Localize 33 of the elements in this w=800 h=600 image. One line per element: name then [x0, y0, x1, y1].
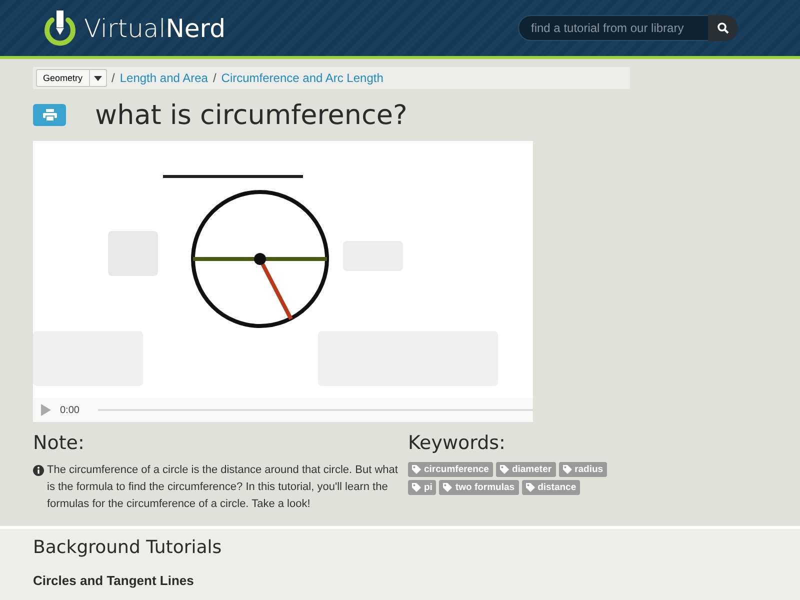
- printer-icon: [42, 109, 56, 121]
- keyword-tag[interactable]: circumference: [408, 462, 493, 477]
- note-text: The circumference of a circle is the distance around that circle. But what is the formula to find the circumference? In this tutorial, you'll learn the formulas for the circumference of a circle. Take a look!: [47, 463, 399, 512]
- search-button[interactable]: [708, 15, 738, 41]
- tag-icon: [562, 465, 572, 474]
- keyword-tag[interactable]: two formulas: [439, 480, 519, 495]
- site-logo[interactable]: VirtualNerd: [84, 14, 226, 42]
- tag-icon: [412, 483, 421, 492]
- tag-icon: [443, 483, 452, 492]
- power-pencil-logo-icon: [42, 8, 78, 48]
- breadcrumb-link[interactable]: Circumference and Arc Length: [221, 71, 384, 85]
- print-button[interactable]: [33, 104, 66, 126]
- keywords-heading: Keywords:: [408, 432, 506, 454]
- play-icon[interactable]: [41, 404, 51, 416]
- page-title: what is circumference?: [95, 100, 408, 130]
- keyword-tag[interactable]: distance: [522, 480, 580, 495]
- tutorial-link[interactable]: Circles and Tangent Lines: [33, 573, 800, 588]
- tag-icon: [412, 465, 421, 474]
- tag-icon: [500, 465, 509, 474]
- video-time: 0:00: [60, 404, 80, 416]
- breadcrumb-separator: /: [112, 71, 115, 85]
- caret-icon: [94, 76, 102, 80]
- search-field[interactable]: find a tutorial from our library: [518, 15, 708, 41]
- section-heading: Background Tutorials: [33, 537, 223, 558]
- keyword-tag[interactable]: pi: [408, 480, 436, 495]
- search-icon: [717, 22, 729, 34]
- note-heading: Note:: [33, 432, 86, 454]
- tag-icon: [526, 483, 535, 492]
- keyword-tag[interactable]: diameter: [496, 462, 556, 477]
- keyword-tag[interactable]: radius: [558, 462, 608, 477]
- breadcrumb-separator: /: [212, 71, 216, 85]
- info-icon: [33, 465, 44, 476]
- breadcrumb-link[interactable]: Length and Area: [120, 71, 208, 85]
